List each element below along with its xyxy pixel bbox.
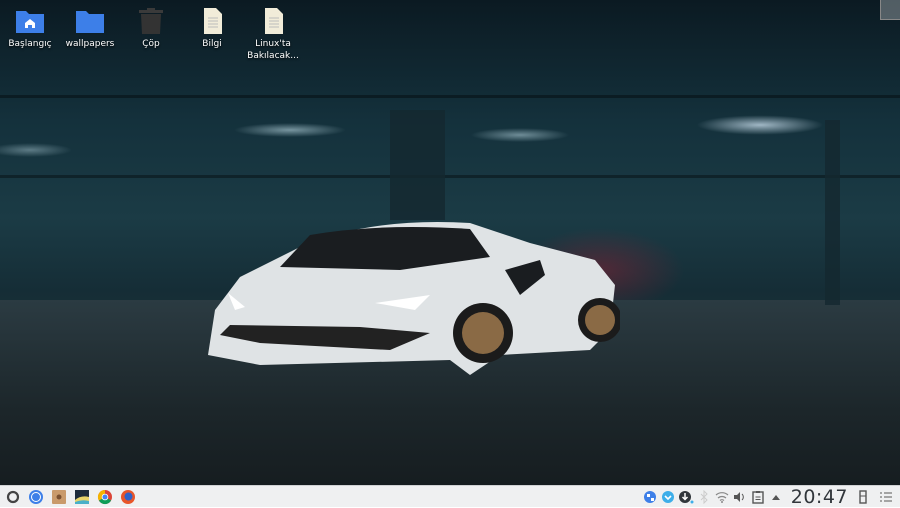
bluetooth-tray[interactable]: [696, 489, 712, 505]
network-globe-tray[interactable]: [642, 489, 658, 505]
wallpaper-pillar: [390, 110, 445, 220]
taskbar-panel: 20:47: [0, 485, 900, 508]
home-folder-icon: [16, 11, 44, 33]
desktop-toolbox-button[interactable]: [880, 0, 900, 20]
chevron-up-icon: [771, 494, 780, 500]
wifi-icon: [715, 491, 729, 503]
desktop-icon-home[interactable]: Başlangıç: [0, 8, 62, 50]
archive-manager-launcher[interactable]: [50, 488, 68, 506]
digital-clock[interactable]: 20:47: [791, 486, 848, 508]
desktop-icon-label: Başlangıç: [8, 39, 52, 49]
chrome-icon: [97, 489, 112, 504]
volume-tray[interactable]: [732, 489, 748, 505]
bluetooth-icon: [700, 489, 708, 504]
text-file-icon: [204, 8, 222, 34]
trash-icon: [139, 8, 163, 34]
update-notifier-tray[interactable]: [660, 489, 676, 505]
usb-drive-icon: [859, 489, 867, 504]
clipboard-tray[interactable]: [750, 489, 766, 505]
desktop-icon-bilgi[interactable]: Bilgi: [180, 8, 244, 50]
wifi-tray[interactable]: [714, 489, 730, 505]
wallpaper-pillar: [825, 120, 840, 305]
chrome-launcher[interactable]: [96, 488, 114, 506]
download-icon: [678, 490, 694, 503]
firefox-launcher[interactable]: [119, 488, 137, 506]
wallpaper-car: [208, 222, 620, 375]
desktop-icon-label: Bilgi: [202, 39, 222, 49]
globe-icon: [643, 490, 656, 503]
panel-options-button[interactable]: [878, 489, 894, 505]
application-launcher-button[interactable]: [4, 488, 22, 506]
firefox-icon: [121, 489, 135, 504]
update-icon: [661, 490, 674, 503]
expand-tray-button[interactable]: [768, 489, 784, 505]
desktop[interactable]: Başlangıç wallpapers Çöp Bilgi Linux'ta …: [0, 0, 900, 485]
archive-icon: [52, 489, 66, 504]
desktop-icon-label: wallpapers: [65, 39, 115, 49]
desktop-icon-linuxta[interactable]: Linux'ta Bakılacak...: [241, 8, 305, 62]
volume-icon: [733, 491, 744, 502]
text-file-icon: [265, 8, 283, 34]
image-viewer-icon: [75, 489, 89, 504]
folder-icon: [76, 11, 104, 33]
wallpaper-beam: [0, 175, 900, 178]
wallpaper-beam: [0, 95, 900, 98]
desktop-icon-wallpapers[interactable]: wallpapers: [58, 8, 122, 50]
browser-globe-launcher[interactable]: [27, 488, 45, 506]
desktop-icon-label: Çöp: [142, 39, 160, 49]
download-tray[interactable]: [678, 489, 694, 505]
system-tray: 20:47: [641, 486, 900, 508]
clipboard-icon: [752, 490, 764, 504]
globe-icon: [29, 489, 43, 504]
desktop-icon-trash[interactable]: Çöp: [119, 8, 183, 50]
menu-list-icon: [880, 491, 892, 502]
desktop-icon-label: Linux'ta Bakılacak...: [247, 39, 299, 61]
launcher-ring-icon: [6, 490, 20, 503]
image-viewer-launcher[interactable]: [73, 488, 91, 506]
device-notifier-tray[interactable]: [855, 489, 871, 505]
